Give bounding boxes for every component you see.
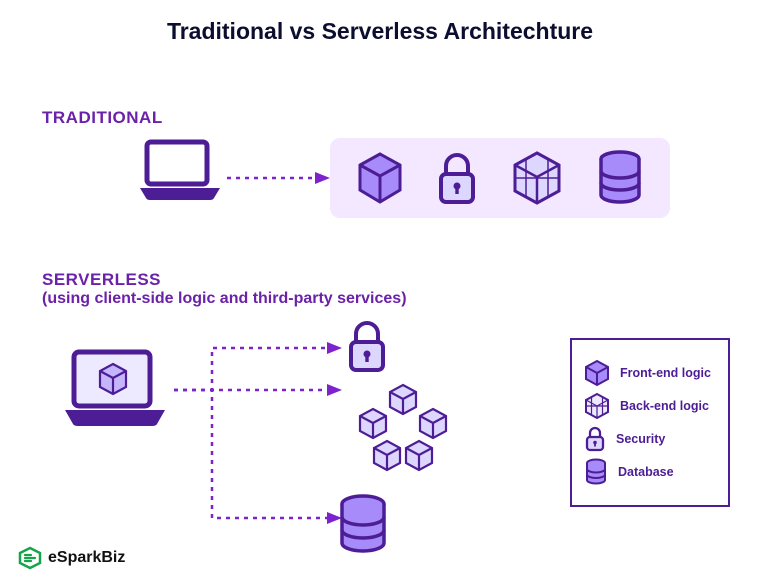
legend-label: Database [618, 465, 674, 479]
serverless-section-label: SERVERLESS (using client-side logic and … [42, 270, 407, 308]
arrow-icon [225, 168, 335, 188]
brand-logo: eSparkBiz [18, 546, 125, 570]
serverless-label: SERVERLESS [42, 270, 407, 290]
legend-label: Security [616, 432, 665, 446]
serverless-sublabel: (using client-side logic and third-party… [42, 290, 407, 308]
brand-text: eSparkBiz [48, 549, 125, 567]
wireframe-cube-icon [509, 149, 565, 207]
cube-cluster-icon [348, 383, 458, 483]
legend-item-database: Database [584, 458, 716, 486]
database-icon [336, 493, 390, 555]
cube-icon [584, 359, 610, 387]
brand-icon [18, 546, 42, 570]
legend-box: Front-end logic Back-end logic Security … [570, 338, 730, 507]
legend-item-front-end: Front-end logic [584, 359, 716, 387]
laptop-icon [60, 346, 170, 434]
laptop-icon [135, 136, 225, 206]
database-icon [595, 149, 645, 207]
traditional-services-panel [330, 138, 670, 218]
lock-icon [435, 150, 479, 206]
page-title: Traditional vs Serverless Architechture [0, 18, 760, 45]
cube-icon [355, 150, 405, 206]
serverless-arrows [172, 328, 352, 538]
traditional-label: TRADITIONAL [42, 108, 163, 128]
lock-icon [345, 318, 389, 374]
wireframe-cube-icon [584, 392, 610, 420]
database-icon [584, 458, 608, 486]
legend-item-back-end: Back-end logic [584, 392, 716, 420]
traditional-section-label: TRADITIONAL [42, 108, 163, 128]
legend-label: Front-end logic [620, 366, 711, 380]
lock-icon [584, 425, 606, 453]
legend-item-security: Security [584, 425, 716, 453]
legend-label: Back-end logic [620, 399, 709, 413]
